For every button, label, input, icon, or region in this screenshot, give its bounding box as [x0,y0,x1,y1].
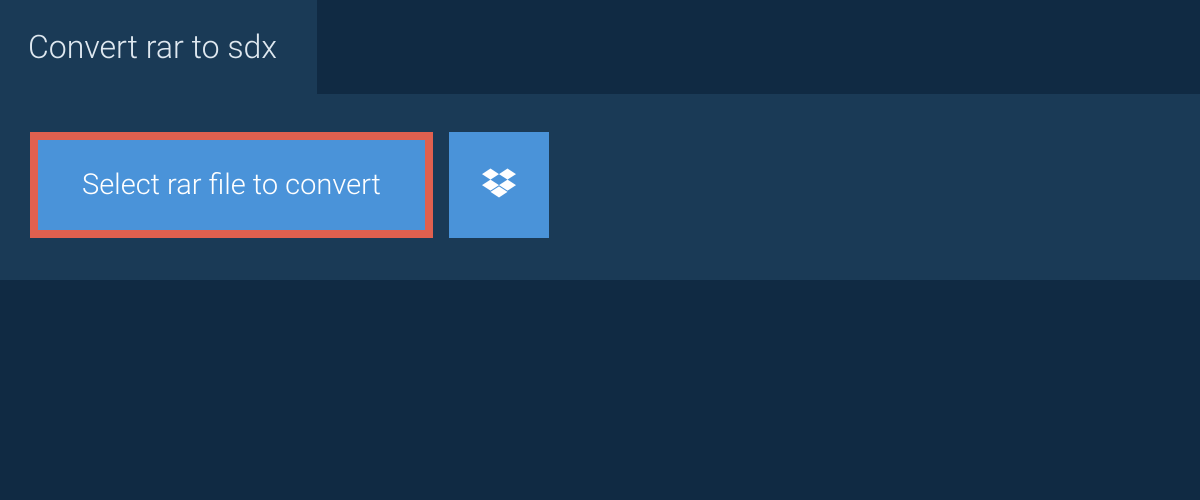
dropbox-button[interactable] [449,132,549,238]
button-row: Select rar file to convert [30,132,1170,238]
dropbox-icon [482,168,516,202]
content-panel: Select rar file to convert [0,94,1200,280]
tab-convert[interactable]: Convert rar to sdx [0,0,317,94]
select-file-button[interactable]: Select rar file to convert [30,132,433,238]
select-file-label: Select rar file to convert [82,168,381,202]
tab-title: Convert rar to sdx [28,28,277,66]
tab-container: Convert rar to sdx [0,0,1200,94]
